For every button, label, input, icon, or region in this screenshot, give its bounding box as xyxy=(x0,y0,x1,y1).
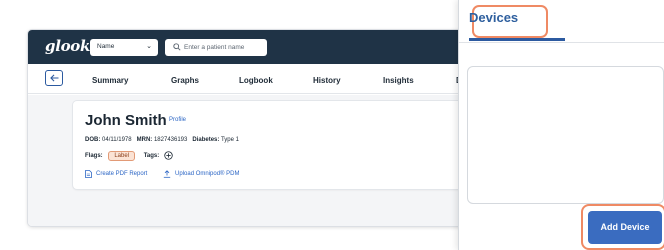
mrn-value: 1827436193 xyxy=(153,137,188,143)
patient-name: John Smith xyxy=(85,112,167,129)
flags-tags-row: Flags: Label Tags: xyxy=(85,151,173,163)
active-tab-indicator xyxy=(469,38,565,41)
arrow-left-icon xyxy=(50,74,59,82)
screenshot-stage: glooko Name ⌄ Summary Graphs xyxy=(0,0,664,250)
create-pdf-report-label: Create PDF Report xyxy=(96,171,148,177)
patient-actions: Create PDF Report Upload Omnipod® PDM xyxy=(85,170,253,180)
tab-graphs[interactable]: Graphs xyxy=(171,76,199,85)
mrn-label: MRN: xyxy=(136,137,153,143)
panel-divider xyxy=(459,42,664,43)
dob-label: DOB: xyxy=(85,137,101,143)
device-list-box xyxy=(467,66,664,204)
back-button[interactable] xyxy=(45,70,63,86)
upload-pdm-link[interactable]: Upload Omnipod® PDM xyxy=(163,170,239,178)
add-device-button[interactable]: Add Device xyxy=(588,211,662,244)
devices-panel: Devices Add Device xyxy=(459,0,664,250)
patient-app-window: glooko Name ⌄ Summary Graphs xyxy=(28,30,508,226)
upload-pdm-label: Upload Omnipod® PDM xyxy=(175,171,240,177)
tab-history[interactable]: History xyxy=(313,76,341,85)
profile-link[interactable]: Profile xyxy=(169,117,186,123)
tab-insights[interactable]: Insights xyxy=(383,76,414,85)
patient-search-input[interactable] xyxy=(184,41,264,54)
tags-label: Tags: xyxy=(143,153,160,160)
document-icon xyxy=(85,170,92,178)
patient-demographics: DOB: 04/11/1978 MRN: 1827436193 Diabetes… xyxy=(85,137,239,143)
tab-summary[interactable]: Summary xyxy=(92,76,128,85)
search-icon xyxy=(173,43,181,51)
search-type-value: Name xyxy=(97,43,115,50)
upload-icon xyxy=(163,170,171,178)
flags-label: Flags: xyxy=(85,153,103,160)
patient-header-card: John Smith Profile DOB: 04/11/1978 MRN: … xyxy=(73,101,503,189)
flag-badge[interactable]: Label xyxy=(108,151,136,162)
dob-value: 04/11/1978 xyxy=(102,137,132,143)
top-bar: glooko Name ⌄ xyxy=(28,30,508,64)
diabetes-value: Type 1 xyxy=(220,137,239,143)
search-type-select[interactable]: Name ⌄ xyxy=(90,39,158,56)
create-pdf-report-link[interactable]: Create PDF Report xyxy=(85,170,147,178)
tab-logbook[interactable]: Logbook xyxy=(239,76,273,85)
patient-search-box[interactable] xyxy=(165,39,267,56)
add-tag-icon[interactable] xyxy=(164,151,173,160)
tab-devices[interactable]: Devices xyxy=(469,10,518,25)
diabetes-label: Diabetes: xyxy=(192,137,220,143)
patient-nav-tabs: Summary Graphs Logbook History Insights … xyxy=(28,64,508,94)
chevron-down-icon: ⌄ xyxy=(146,43,152,50)
